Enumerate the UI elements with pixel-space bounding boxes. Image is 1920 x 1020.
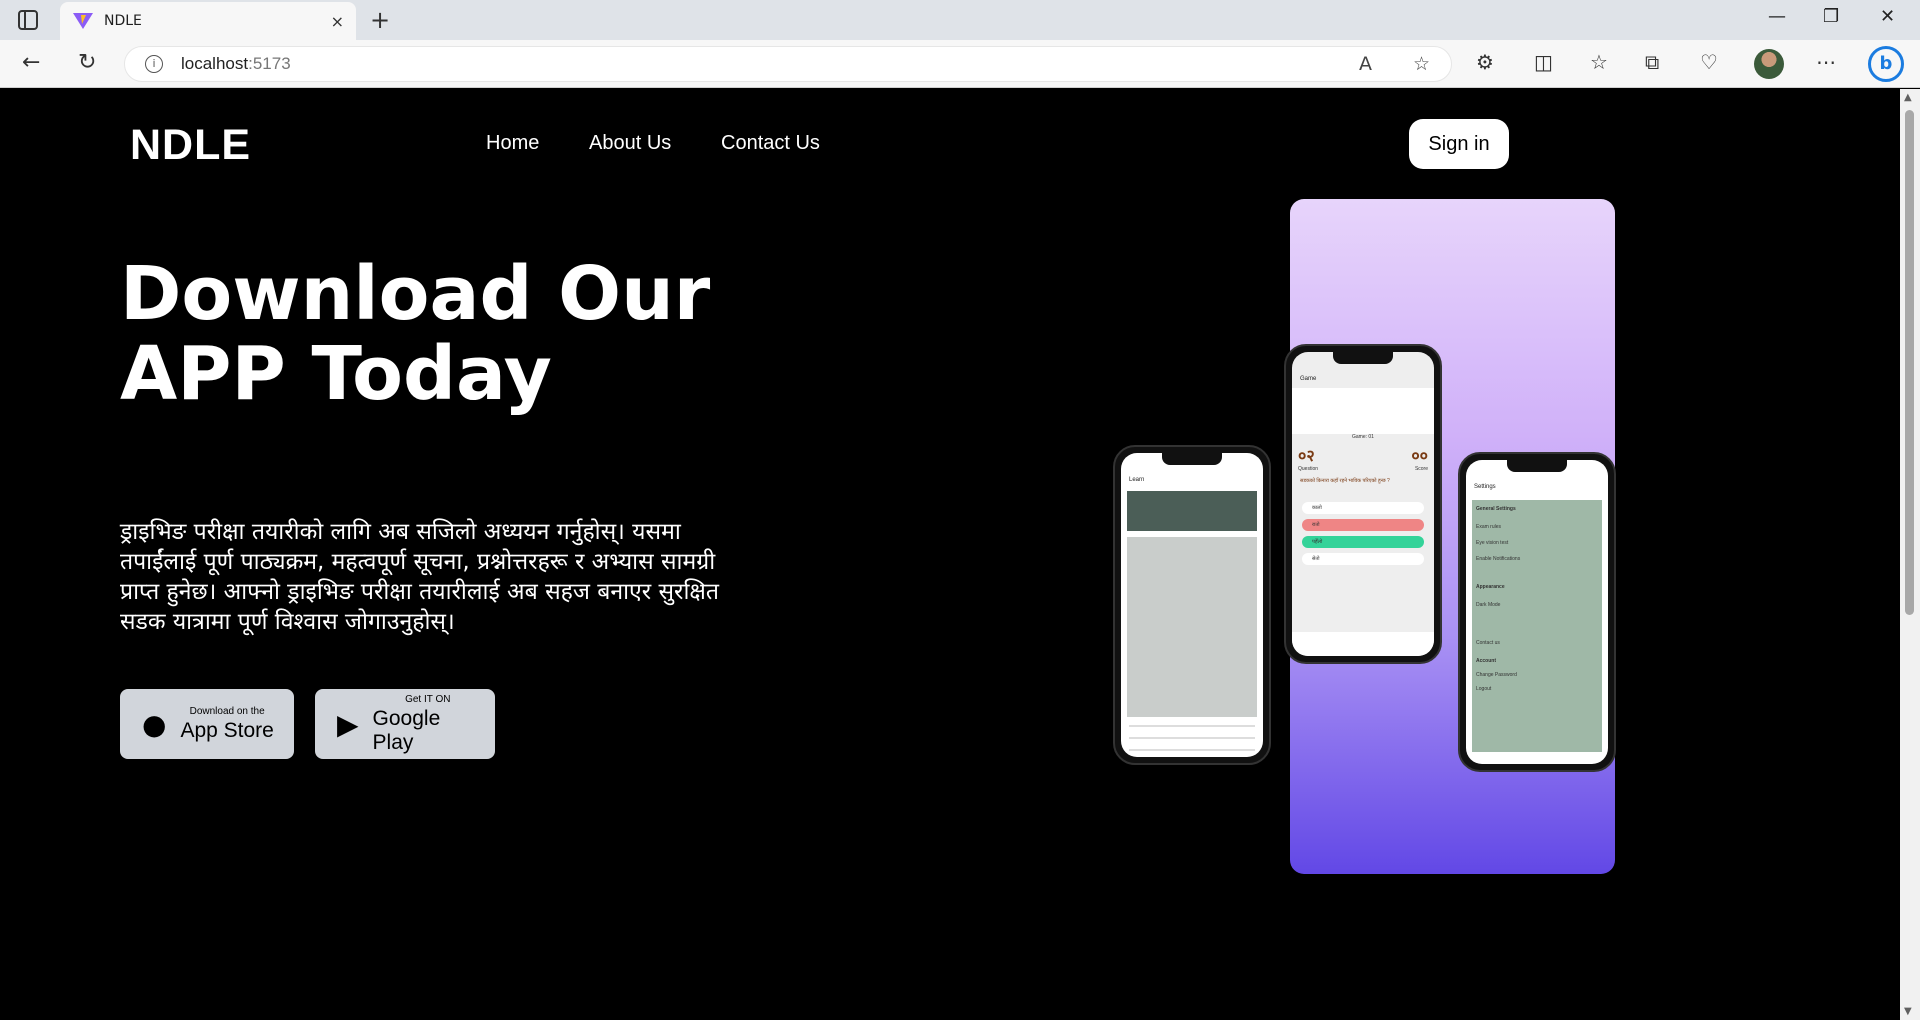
google-play-icon: ▶ <box>337 707 359 741</box>
copilot-icon[interactable]: b <box>1868 46 1904 82</box>
address-bar[interactable]: i localhost:5173 A ☆ <box>124 46 1452 82</box>
browser-tab[interactable]: NDLE × <box>60 2 356 40</box>
game-question-label: Question <box>1298 466 1319 472</box>
scrollbar-thumb[interactable] <box>1905 110 1914 615</box>
scroll-up-icon[interactable]: ▲ <box>1904 92 1912 103</box>
game-option[interactable]: सेतो <box>1302 553 1424 565</box>
settings-item[interactable]: Logout <box>1476 686 1491 692</box>
settings-item[interactable]: Contact us <box>1476 640 1500 646</box>
learn-question-list <box>1127 537 1257 717</box>
signin-button[interactable]: Sign in <box>1409 119 1509 169</box>
close-window-icon[interactable]: ✕ <box>1880 6 1895 27</box>
more-menu-icon[interactable]: ⋯ <box>1816 50 1836 74</box>
page-content: NDLE Home About Us Contact Us Sign in Do… <box>0 89 1900 1020</box>
site-logo[interactable]: NDLE <box>130 121 251 170</box>
restore-icon[interactable]: ❐ <box>1823 6 1839 27</box>
hero-heading: Download Our APP Today <box>120 254 820 414</box>
sidebar-toggle-icon[interactable] <box>18 10 38 30</box>
google-play-label: Google Play <box>372 706 441 754</box>
learn-title: Learn <box>1129 477 1145 483</box>
new-tab-icon[interactable]: + <box>370 6 390 34</box>
game-option[interactable]: कालो <box>1302 502 1424 514</box>
game-score-caption: Score <box>1414 466 1428 472</box>
settings-section: Account <box>1476 658 1496 664</box>
app-store-button[interactable]: ● Download on the App Store <box>120 689 294 759</box>
google-play-button[interactable]: ▶ Get IT ON Google Play <box>315 689 495 759</box>
health-icon[interactable]: ♡ <box>1700 50 1718 74</box>
phone-mockup-game: Game Game: 01 ०२ ०० Question Score सडकको… <box>1284 344 1442 664</box>
settings-title: Settings <box>1474 484 1496 490</box>
refresh-icon[interactable]: ↻ <box>78 50 96 75</box>
game-screen: Game Game: 01 ०२ ०० Question Score सडकको… <box>1292 352 1434 656</box>
url-text: localhost:5173 <box>181 54 291 73</box>
game-option[interactable]: पहेँलो <box>1302 536 1424 548</box>
read-aloud-icon[interactable]: A <box>1359 53 1372 75</box>
settings-screen: Settings General Settings Exam rules Eye… <box>1466 460 1608 764</box>
hero-line-1: Download Our <box>120 251 711 337</box>
game-options: कालो रातो पहेँलो सेतो <box>1302 502 1424 565</box>
vite-favicon-icon <box>73 13 93 29</box>
favorite-star-icon[interactable]: ☆ <box>1413 53 1430 75</box>
tab-close-icon[interactable]: × <box>331 12 344 31</box>
learn-links <box>1129 725 1255 757</box>
game-bottom-nav <box>1292 632 1434 656</box>
phone-mockup-learn: Learn <box>1113 445 1271 765</box>
app-store-label: App Store <box>180 718 274 742</box>
apple-icon: ● <box>142 707 167 741</box>
minimize-icon[interactable]: — <box>1768 6 1786 27</box>
settings-item[interactable]: Exam rules <box>1476 524 1501 530</box>
browser-toolbar: ← ↻ i localhost:5173 A ☆ ⚙ ◫ ☆ ⧉ ♡ ⋯ <box>0 40 1920 88</box>
nav-contact-us[interactable]: Contact Us <box>721 132 820 155</box>
hero-line-2: APP Today <box>120 331 552 417</box>
game-question-text: सडकको किनारा कहाँ रहने भाविक परिएको हुन्… <box>1300 478 1390 484</box>
collections-icon[interactable]: ⧉ <box>1645 50 1659 74</box>
learn-screen: Learn <box>1121 453 1263 757</box>
google-play-small-text: Get IT ON <box>405 693 451 705</box>
game-score-number: ०० <box>1411 446 1428 465</box>
phone-mockup-settings: Settings General Settings Exam rules Eye… <box>1458 452 1616 772</box>
settings-section: Appearance <box>1476 584 1505 590</box>
settings-panel: General Settings Exam rules Eye vision t… <box>1472 500 1602 752</box>
learn-header-block <box>1127 491 1257 531</box>
settings-item[interactable]: Change Password <box>1476 672 1517 678</box>
game-title: Game <box>1300 376 1317 382</box>
app-store-small-text: Download on the <box>189 705 265 717</box>
game-option[interactable]: रातो <box>1302 519 1424 531</box>
favorites-icon[interactable]: ☆ <box>1590 50 1608 74</box>
nav-home[interactable]: Home <box>486 132 539 155</box>
extensions-icon[interactable]: ⚙ <box>1476 50 1494 74</box>
back-icon[interactable]: ← <box>22 50 40 75</box>
site-info-icon[interactable]: i <box>145 55 163 73</box>
game-question-number: ०२ <box>1298 446 1315 465</box>
settings-item[interactable]: Enable Notifications <box>1476 556 1520 562</box>
game-score-label: Game: 01 <box>1352 434 1374 440</box>
tab-title: NDLE <box>104 13 142 29</box>
settings-item[interactable]: Eye vision test <box>1476 540 1508 546</box>
scroll-down-icon[interactable]: ▼ <box>1904 1006 1912 1017</box>
settings-item[interactable]: Dark Mode <box>1476 602 1500 608</box>
hero-description: ड्राइभिङ परीक्षा तयारीको लागि अब सजिलो अ… <box>120 519 720 635</box>
split-screen-icon[interactable]: ◫ <box>1534 50 1553 74</box>
browser-tabbar: NDLE × + — ❐ ✕ <box>0 0 1920 40</box>
settings-section: General Settings <box>1476 506 1516 512</box>
nav-about-us[interactable]: About Us <box>589 132 671 155</box>
profile-avatar[interactable] <box>1754 49 1784 79</box>
